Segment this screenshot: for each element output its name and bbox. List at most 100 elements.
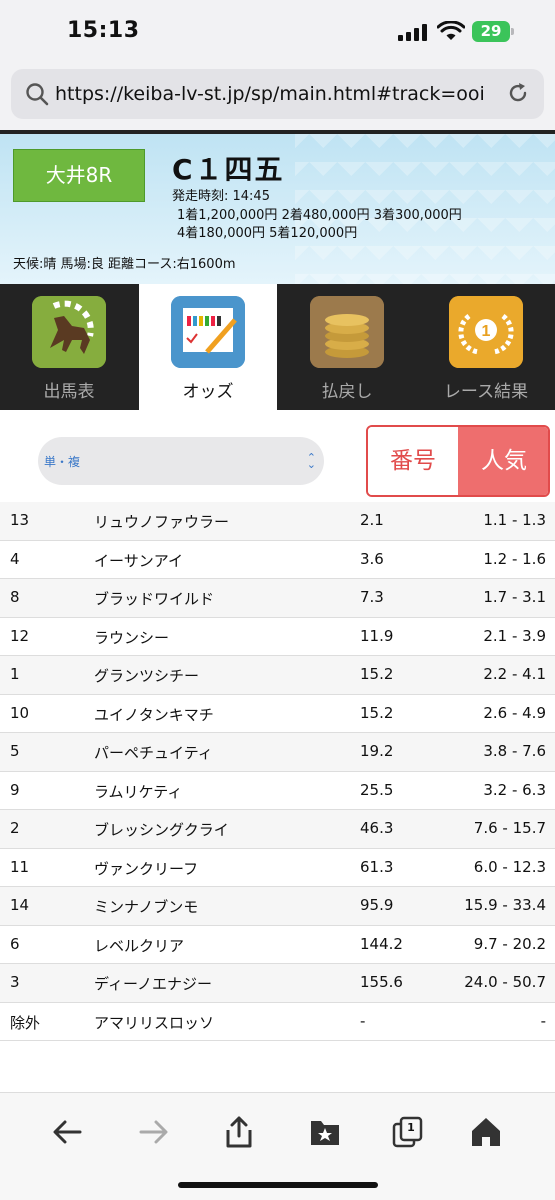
trophy-icon: 1	[449, 296, 523, 368]
win-odds: 61.3	[360, 857, 394, 876]
tab-entries[interactable]: 出馬表	[0, 284, 138, 410]
win-odds: 2.1	[360, 511, 384, 529]
sort-by-number-button[interactable]: 番号	[368, 427, 458, 495]
forward-arrow-icon[interactable]	[137, 1115, 171, 1149]
address-bar[interactable]: https://keiba-lv-st.jp/sp/main.html#trac…	[11, 69, 544, 119]
horse-number: 5	[10, 742, 20, 760]
horse-number: 9	[10, 780, 20, 799]
win-odds: 11.9	[360, 626, 394, 645]
place-odds: 24.0 - 50.7	[464, 973, 546, 991]
tab-label: 払戻し	[321, 382, 373, 402]
tabs-count: 1	[407, 1121, 415, 1134]
horse-number: 11	[10, 857, 30, 876]
coins-icon	[310, 296, 384, 368]
horse-name: リュウノファウラー	[94, 513, 230, 531]
tab-label: 出馬表	[43, 382, 95, 402]
race-conditions: 天候:晴 馬場:良 距離コース:右1600m	[13, 257, 236, 272]
svg-text:1: 1	[482, 323, 491, 340]
place-odds: 2.2 - 4.1	[483, 665, 546, 683]
win-odds: 15.2	[360, 703, 394, 722]
place-odds: -	[540, 1011, 546, 1030]
win-odds: 15.2	[360, 665, 394, 683]
table-row[interactable]: 2 ブレッシングクライ 46.3 7.6 - 15.7	[0, 810, 555, 849]
table-row[interactable]: 13 リュウノファウラー 2.1 1.1 - 1.3	[0, 502, 555, 541]
bet-type-select[interactable]: 単・複 ⌃ ⌄	[38, 437, 324, 485]
horse-name: ブレッシングクライ	[94, 821, 229, 839]
horse-name: ブラッドワイルド	[94, 590, 215, 608]
reload-icon[interactable]	[506, 81, 530, 105]
sort-toggle: 番号 人気	[366, 425, 550, 497]
table-row[interactable]: 3 ディーノエナジー 155.6 24.0 - 50.7	[0, 964, 555, 1003]
horse-number: 4	[10, 549, 20, 568]
cellular-signal-icon	[398, 23, 428, 41]
win-odds: 19.2	[360, 742, 394, 760]
race-badge: 大井8R	[13, 149, 145, 202]
home-indicator	[178, 1182, 378, 1188]
horse-number: 1	[10, 665, 20, 683]
battery-tip	[511, 28, 514, 35]
table-row[interactable]: 10 ユイノタンキマチ 15.2 2.6 - 4.9	[0, 695, 555, 733]
horse-number: 14	[10, 896, 30, 914]
tab-label: レース結果	[443, 382, 529, 402]
status-bar: 15:13 29	[0, 0, 555, 62]
table-row[interactable]: 12 ラウンシー 11.9 2.1 - 3.9	[0, 618, 555, 656]
back-arrow-icon[interactable]	[50, 1115, 84, 1149]
win-odds: 7.3	[360, 588, 384, 606]
prize-money-line-1: 1着1,200,000円 2着480,000円 3着300,000円	[177, 208, 462, 223]
place-odds: 7.6 - 15.7	[473, 819, 546, 837]
horse-number: 10	[10, 703, 30, 722]
prize-money-line-2: 4着180,000円 5着120,000円	[177, 226, 358, 241]
win-odds: 155.6	[360, 973, 403, 991]
place-odds: 1.7 - 3.1	[483, 588, 546, 606]
place-odds: 9.7 - 20.2	[473, 934, 546, 953]
table-row[interactable]: 8 ブラッドワイルド 7.3 1.7 - 3.1	[0, 579, 555, 618]
tab-payouts[interactable]: 払戻し	[278, 284, 416, 410]
section-tabs: 出馬表 オッズ 払戻し 1 レース結果	[0, 284, 555, 410]
battery-icon: 29	[472, 21, 510, 42]
horse-name: ミンナノブンモ	[94, 898, 199, 916]
horse-name: ラウンシー	[94, 628, 170, 647]
race-header: 大井8R C１四五 発走時刻: 14:45 1着1,200,000円 2着480…	[0, 134, 555, 284]
table-row[interactable]: 9 ラムリケティ 25.5 3.2 - 6.3	[0, 772, 555, 810]
horse-number: 8	[10, 588, 20, 606]
table-row[interactable]: 5 パーペチュイティ 19.2 3.8 - 7.6	[0, 733, 555, 772]
home-icon[interactable]	[469, 1115, 503, 1149]
tab-odds[interactable]: オッズ	[139, 284, 277, 410]
table-row[interactable]: 除外 アマリリスロッソ - -	[0, 1003, 555, 1041]
url-text[interactable]: https://keiba-lv-st.jp/sp/main.html#trac…	[55, 83, 485, 105]
place-odds: 3.2 - 6.3	[483, 780, 546, 799]
place-odds: 1.2 - 1.6	[483, 549, 546, 568]
horse-name: ヴァンクリーフ	[94, 859, 199, 878]
table-row[interactable]: 14 ミンナノブンモ 95.9 15.9 - 33.4	[0, 887, 555, 926]
table-row[interactable]: 1 グランツシチー 15.2 2.2 - 4.1	[0, 656, 555, 695]
horse-name: ディーノエナジー	[94, 975, 213, 993]
table-row[interactable]: 6 レベルクリア 144.2 9.7 - 20.2	[0, 926, 555, 964]
bet-type-value: 単・複	[44, 455, 81, 469]
horse-name: パーペチュイティ	[94, 744, 213, 762]
tab-results[interactable]: 1 レース結果	[417, 284, 555, 410]
horse-name: ラムリケティ	[94, 782, 183, 801]
share-icon[interactable]	[222, 1115, 256, 1149]
place-odds: 1.1 - 1.3	[483, 511, 546, 529]
horse-number: 2	[10, 819, 20, 837]
horse-number: 除外	[10, 1013, 41, 1032]
race-name: C１四五	[172, 153, 285, 186]
browser-address-area: https://keiba-lv-st.jp/sp/main.html#trac…	[0, 62, 555, 130]
sort-by-popularity-button[interactable]: 人気	[458, 427, 548, 495]
table-row[interactable]: 4 イーサンアイ 3.6 1.2 - 1.6	[0, 541, 555, 579]
tab-label: オッズ	[182, 382, 234, 402]
place-odds: 2.6 - 4.9	[483, 703, 546, 722]
search-icon	[26, 83, 49, 106]
horse-number: 3	[10, 973, 20, 991]
table-row[interactable]: 11 ヴァンクリーフ 61.3 6.0 - 12.3	[0, 849, 555, 887]
horse-name: アマリリスロッソ	[94, 1013, 215, 1032]
place-odds: 6.0 - 12.3	[473, 857, 546, 876]
win-odds: 144.2	[360, 934, 403, 953]
horse-name: イーサンアイ	[94, 551, 183, 570]
horse-name: レベルクリア	[94, 936, 185, 955]
wifi-icon	[437, 21, 465, 40]
bookmarks-icon[interactable]	[308, 1115, 342, 1149]
horse-name: ユイノタンキマチ	[94, 705, 214, 724]
horse-number: 6	[10, 934, 20, 953]
win-odds: 25.5	[360, 780, 394, 799]
